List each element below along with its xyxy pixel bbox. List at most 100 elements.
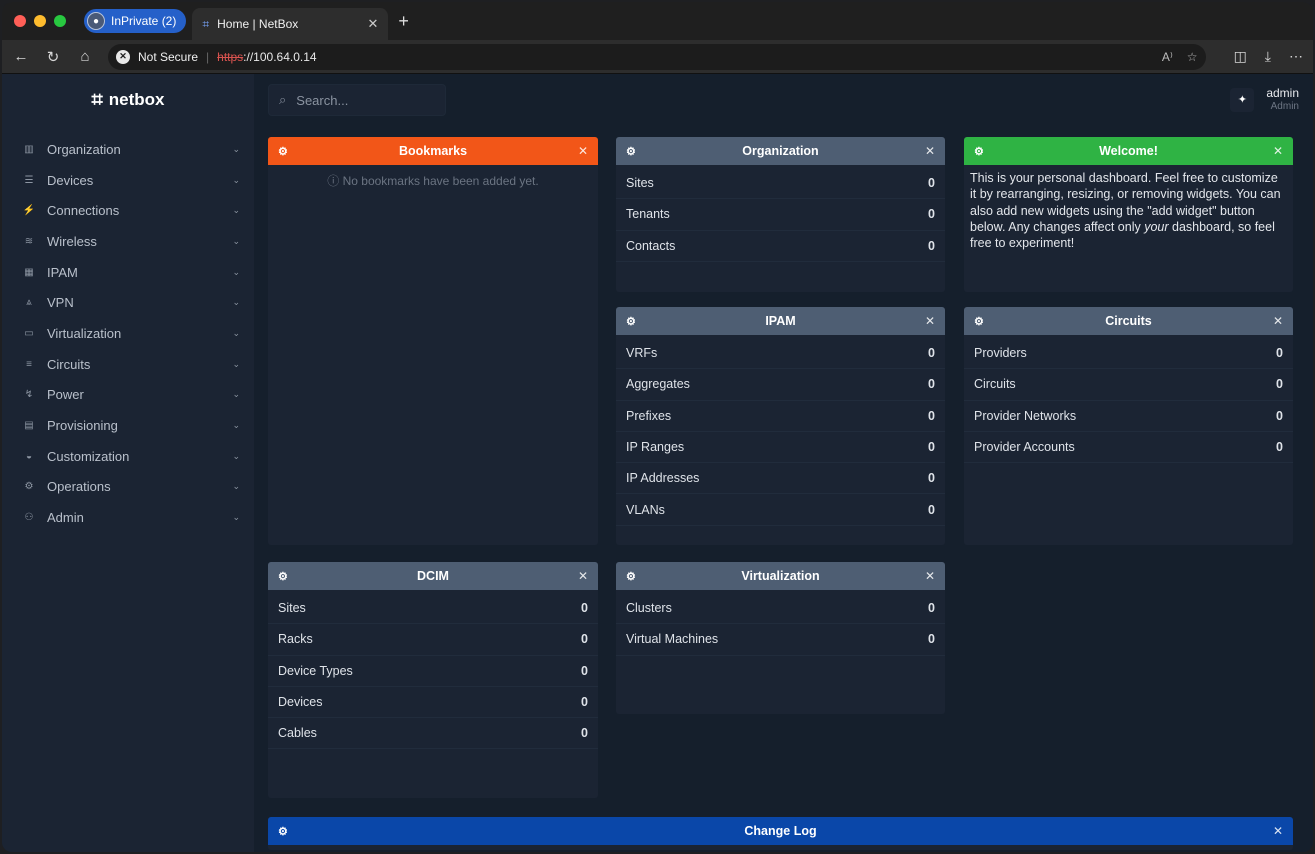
address-bar: ← ↻ ⌂ ✕ Not Secure | https://100.64.0.14… bbox=[2, 40, 1313, 74]
url-scheme: https bbox=[217, 49, 244, 64]
gear-icon[interactable]: ⚙ bbox=[626, 145, 640, 158]
widget-virtualization: ⚙ Virtualization ✕ Clusters 0 Virtual Mach… bbox=[616, 562, 945, 714]
search-input[interactable] bbox=[296, 92, 427, 108]
chevron-down-icon: ⌄ bbox=[232, 266, 240, 277]
widget-row[interactable]: Clusters 0 bbox=[616, 593, 945, 625]
widget-row[interactable]: Virtual Machines 0 bbox=[616, 624, 945, 656]
close-icon[interactable]: ✕ bbox=[578, 569, 588, 583]
sidebar-item-label: IPAM bbox=[47, 264, 78, 280]
maximize-window-button[interactable] bbox=[54, 15, 66, 27]
home-icon[interactable]: ⌂ bbox=[76, 48, 94, 65]
sidebar-item-wireless[interactable]: ≋ Wireless ⌄ bbox=[2, 226, 254, 257]
widget-row[interactable]: Aggregates 0 bbox=[616, 369, 945, 401]
row-count: 0 bbox=[928, 440, 935, 455]
tab-netbox-home[interactable]: ⌗ Home | NetBox ✕ bbox=[192, 8, 389, 40]
inprivate-badge[interactable]: ● InPrivate (2) bbox=[84, 9, 187, 33]
netbox-logo-icon: ⌗ bbox=[91, 88, 103, 111]
gear-icon[interactable]: ⚙ bbox=[974, 315, 988, 328]
sidebar-item-devices[interactable]: ☰ Devices ⌄ bbox=[2, 165, 254, 196]
widget-row[interactable]: Providers 0 bbox=[964, 338, 1293, 370]
sidebar-item-circuits[interactable]: ≡ Circuits ⌄ bbox=[2, 349, 254, 380]
sidebar-item-operations[interactable]: ⚙ Operations ⌄ bbox=[2, 472, 254, 503]
widget-title: IPAM bbox=[765, 314, 796, 328]
widget-title: DCIM bbox=[417, 569, 449, 583]
back-icon[interactable]: ← bbox=[12, 48, 30, 65]
close-tab-icon[interactable]: ✕ bbox=[367, 16, 378, 32]
sidebar-item-power[interactable]: ↯ Power ⌄ bbox=[2, 380, 254, 411]
widget-row[interactable]: Racks 0 bbox=[268, 624, 598, 656]
sidebar-item-label: Customization bbox=[47, 448, 130, 464]
row-count: 0 bbox=[1276, 377, 1283, 392]
netbox-logo[interactable]: ⌗ netbox bbox=[2, 74, 254, 126]
url-input[interactable]: ✕ Not Secure | https://100.64.0.14 A⁾ ☆ bbox=[108, 43, 1206, 70]
user-menu[interactable]: ✦ admin Admin bbox=[1230, 87, 1299, 112]
search-box[interactable]: ⌕ bbox=[268, 84, 446, 116]
chevron-down-icon: ⌄ bbox=[232, 205, 240, 216]
widget-row[interactable]: Cables 0 bbox=[268, 718, 598, 750]
gear-icon[interactable]: ⚙ bbox=[278, 570, 292, 583]
widget-row[interactable]: IP Addresses 0 bbox=[616, 463, 945, 495]
sidebar-item-ipam[interactable]: ▦ IPAM ⌄ bbox=[2, 257, 254, 288]
close-window-button[interactable] bbox=[14, 15, 26, 27]
download-icon[interactable]: ⤓ bbox=[1265, 48, 1271, 65]
widget-row[interactable]: Tenants 0 bbox=[616, 199, 945, 231]
close-icon[interactable]: ✕ bbox=[925, 314, 935, 328]
gear-icon[interactable]: ⚙ bbox=[278, 145, 292, 158]
close-icon[interactable]: ✕ bbox=[1273, 824, 1283, 838]
widget-row[interactable]: Provider Networks 0 bbox=[964, 401, 1293, 432]
sidebar-item-virtualization[interactable]: ▭ Virtualization ⌄ bbox=[2, 318, 254, 349]
row-label: VRFs bbox=[626, 346, 658, 361]
row-label: Provider Accounts bbox=[974, 440, 1075, 455]
new-tab-icon[interactable]: + bbox=[398, 11, 409, 32]
close-icon[interactable]: ✕ bbox=[925, 569, 935, 583]
widget-welcome: ⚙ Welcome! ✕ This is your personal dashb… bbox=[964, 137, 1293, 292]
widget-row[interactable]: Prefixes 0 bbox=[616, 401, 945, 432]
read-aloud-icon[interactable]: A⁾ bbox=[1162, 50, 1173, 64]
close-icon[interactable]: ✕ bbox=[1273, 314, 1283, 328]
widget-row[interactable]: VRFs 0 bbox=[616, 338, 945, 370]
close-icon[interactable]: ✕ bbox=[925, 144, 935, 158]
sidebar-item-organization[interactable]: ▥ Organization ⌄ bbox=[2, 134, 254, 165]
split-screen-icon[interactable]: ◫ bbox=[1234, 48, 1247, 65]
sidebar-item-label: Provisioning bbox=[47, 418, 118, 434]
chevron-down-icon: ⌄ bbox=[232, 358, 240, 369]
widget-row[interactable]: Contacts 0 bbox=[616, 231, 945, 262]
gear-icon[interactable]: ⚙ bbox=[974, 145, 988, 158]
row-label: Provider Networks bbox=[974, 408, 1077, 423]
widget-row[interactable]: Circuits 0 bbox=[964, 369, 1293, 401]
sidebar-item-label: Organization bbox=[47, 141, 121, 157]
reload-icon[interactable]: ↻ bbox=[44, 48, 62, 66]
gear-icon[interactable]: ⚙ bbox=[626, 315, 640, 328]
sidebar-item-vpn[interactable]: ⩓ VPN ⌄ bbox=[2, 287, 254, 318]
sidebar-item-label: Circuits bbox=[47, 356, 91, 372]
close-icon[interactable]: ✕ bbox=[578, 144, 588, 158]
widget-row[interactable]: IP Ranges 0 bbox=[616, 432, 945, 464]
sidebar-item-admin[interactable]: ⚇ Admin ⌄ bbox=[2, 502, 254, 533]
widget-row[interactable]: Sites 0 bbox=[616, 168, 945, 200]
sidebar-item-connections[interactable]: ⚡ Connections ⌄ bbox=[2, 195, 254, 226]
widget-row[interactable]: Devices 0 bbox=[268, 687, 598, 719]
widget-ipam: ⚙ IPAM ✕ VRFs 0 Aggregates 0 Prefixes 0 IP Ran… bbox=[616, 307, 945, 545]
theme-toggle-icon[interactable]: ✦ bbox=[1230, 87, 1255, 112]
more-options-icon[interactable]: ⋯ bbox=[1289, 48, 1303, 65]
widget-row[interactable]: Device Types 0 bbox=[268, 656, 598, 687]
widget-header: ⚙ Virtualization ✕ bbox=[616, 562, 945, 590]
gear-icon[interactable]: ⚙ bbox=[626, 570, 640, 583]
widget-row[interactable]: Sites 0 bbox=[268, 593, 598, 625]
close-icon[interactable]: ✕ bbox=[1273, 144, 1283, 158]
widget-title: Virtualization bbox=[741, 569, 820, 583]
widget-row[interactable]: VLANs 0 bbox=[616, 494, 945, 526]
favorite-star-icon[interactable]: ☆ bbox=[1187, 50, 1198, 64]
server-icon: ☰ bbox=[24, 174, 34, 186]
widget-rows: Clusters 0 Virtual Machines 0 bbox=[616, 590, 945, 656]
widget-organization: ⚙ Organization ✕ Sites 0 Tenants 0 Contacts 0 bbox=[616, 137, 945, 292]
sidebar-item-provisioning[interactable]: ▤ Provisioning ⌄ bbox=[2, 410, 254, 441]
widget-dcim: ⚙ DCIM ✕ Sites 0 Racks 0 Device Types 0 Device… bbox=[268, 562, 598, 798]
sidebar-item-customization[interactable]: ◒ Customization ⌄ bbox=[2, 441, 254, 472]
row-label: VLANs bbox=[626, 502, 665, 517]
gear-icon[interactable]: ⚙ bbox=[278, 825, 292, 838]
row-label: Racks bbox=[278, 632, 313, 647]
minimize-window-button[interactable] bbox=[34, 15, 46, 27]
widget-row[interactable]: Provider Accounts 0 bbox=[964, 432, 1293, 464]
chevron-down-icon: ⌄ bbox=[232, 389, 240, 400]
